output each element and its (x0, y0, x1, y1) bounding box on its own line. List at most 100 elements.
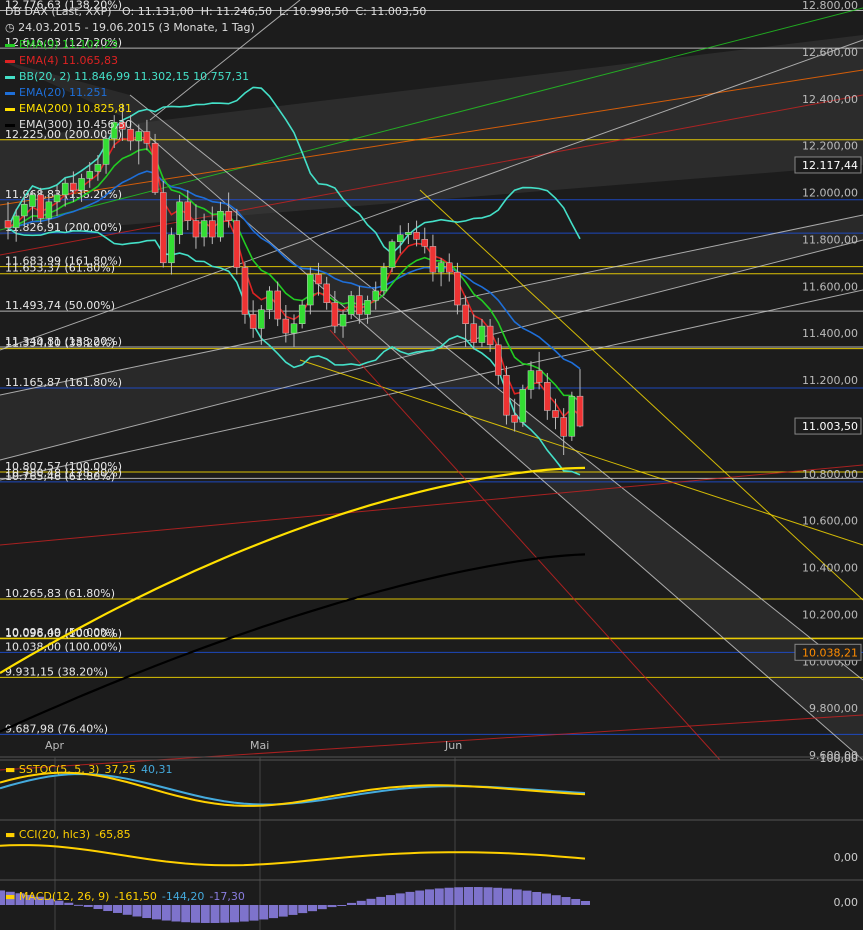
fib-level-label: 11.165,87 (161.80%) (5, 376, 122, 389)
macd-bar (132, 905, 142, 917)
candle-body (560, 417, 567, 437)
legend-swatch (5, 91, 15, 95)
macd-bar (161, 905, 171, 921)
y-tick-label: 12.000,00 (802, 187, 858, 200)
candle-body (160, 192, 167, 264)
legend-item: EMA(200) 10.825,81 (5, 102, 132, 115)
price-tag-label: 10.038,21 (802, 646, 858, 659)
macd-bar (200, 905, 210, 923)
macd-bar (142, 905, 152, 919)
legend-item: EMA(9) 11.107,23 (5, 38, 118, 51)
candle-body (184, 201, 192, 221)
cci-label: ▬ CCI(20, hlc3) -65,85 (5, 828, 136, 841)
macd-bar (327, 905, 337, 908)
candle-body (298, 304, 306, 324)
y-tick-label: 11.800,00 (802, 233, 858, 246)
macd-bar (512, 889, 522, 905)
macd-label-part: -17,30 (209, 890, 245, 903)
sstoc-label-part: 40,31 (140, 763, 173, 776)
candle-body (151, 143, 159, 193)
macd-bar (561, 897, 571, 905)
candle-body (53, 194, 61, 203)
candle-body (380, 267, 388, 292)
sstoc-label-part: 37,25 (104, 763, 136, 776)
candle-body (86, 171, 93, 179)
macd-bar (405, 891, 415, 905)
instrument-name: DB DAX (Last, XXP) (5, 5, 112, 18)
candle-body (544, 382, 551, 411)
legend-text: EMA(20) 11.251 (19, 86, 108, 99)
close-value: 11.003,50 (370, 5, 427, 18)
macd-bar (434, 888, 444, 905)
fib-level-label: 9.687,98 (76.40%) (5, 722, 108, 735)
macd-bar (278, 905, 288, 917)
macd-bar (152, 905, 161, 920)
macd-bar (298, 905, 308, 914)
legend-text: EMA(4) 11.065,83 (19, 54, 119, 67)
candle-body (429, 246, 437, 273)
y-tick-label: 10.800,00 (802, 468, 858, 481)
legend-swatch (5, 59, 15, 63)
macd-bar (103, 905, 113, 912)
legend-text: EMA(200) 10.825,81 (19, 102, 133, 115)
y-tick-label: 12.800,00 (802, 0, 858, 12)
macd-bar (473, 887, 483, 905)
candle-body (405, 232, 412, 235)
candle-body (78, 178, 85, 191)
legend-text: BB(20, 2) 11.846,99 11.302,15 10.757,31 (19, 70, 250, 83)
legend-swatch (5, 123, 15, 127)
period-text: ◷ 24.03.2015 - 19.06.2015 (3 Monate, 1 T… (5, 21, 255, 34)
legend-swatch (5, 43, 15, 47)
candle-body (413, 232, 420, 240)
macd-bar (444, 887, 454, 905)
cci-label-part: -65,85 (95, 828, 131, 841)
macd-label: ▬ MACD(12, 26, 9) -161,50 -144,20 -17,30 (5, 890, 250, 903)
candle-body (478, 325, 486, 343)
fib-level-label: 10.038,00 (100.00%) (5, 640, 122, 653)
macd-bar (356, 900, 366, 905)
candle-body (233, 220, 241, 268)
macd-bar (386, 895, 395, 905)
candle-body (454, 271, 461, 306)
macd-bar (181, 905, 191, 923)
candle-body (29, 194, 36, 207)
macd-label-part: -161,50 (114, 890, 157, 903)
candle-body (209, 220, 216, 238)
x-tick-label: Apr (45, 739, 65, 752)
macd-bar (337, 904, 347, 906)
fib-level-label: 10.265,83 (61.80%) (5, 587, 115, 600)
macd-bar (395, 893, 405, 905)
macd-bar (220, 905, 230, 923)
legend-item: BB(20, 2) 11.846,99 11.302,15 10.757,31 (5, 70, 249, 83)
macd-bar (317, 905, 327, 910)
candle-body (315, 274, 322, 285)
y-tick-label: 10.600,00 (802, 515, 858, 528)
sstoc-label-part: ▬ SSTOC(5, 5, 3) (5, 763, 100, 776)
y-tick-label: 12.600,00 (802, 46, 858, 59)
candle-body (364, 300, 371, 315)
candle-body (45, 201, 53, 219)
macd-bar (347, 902, 356, 905)
cci-axis-label: 0,00 (834, 851, 859, 864)
candle-body (372, 290, 379, 301)
macd-bar (171, 905, 181, 922)
candle-body (200, 220, 208, 238)
macd-bar (581, 900, 590, 905)
fib-level-label: 10.765,46 (61.80%) (5, 470, 115, 483)
candle-body (486, 325, 494, 346)
candle-body (535, 370, 543, 383)
macd-bar (542, 893, 551, 905)
macd-bar (425, 889, 434, 905)
y-tick-label: 11.400,00 (802, 327, 858, 340)
low-value: 10.998,50 (292, 5, 349, 18)
macd-bar (259, 905, 269, 920)
candle-body (143, 131, 151, 144)
macd-bar (74, 904, 83, 906)
macd-bar (376, 896, 386, 905)
macd-bar (308, 905, 317, 912)
macd-bar (503, 888, 512, 905)
y-tick-label: 9.800,00 (809, 702, 858, 715)
price-tag-label: 12.117,44 (802, 159, 858, 172)
fib-level-label: 11.653,37 (61.80%) (5, 262, 115, 275)
dax-chart: 12.776,63 (138.20%)12.616,03 (127.20%)12… (0, 0, 863, 930)
